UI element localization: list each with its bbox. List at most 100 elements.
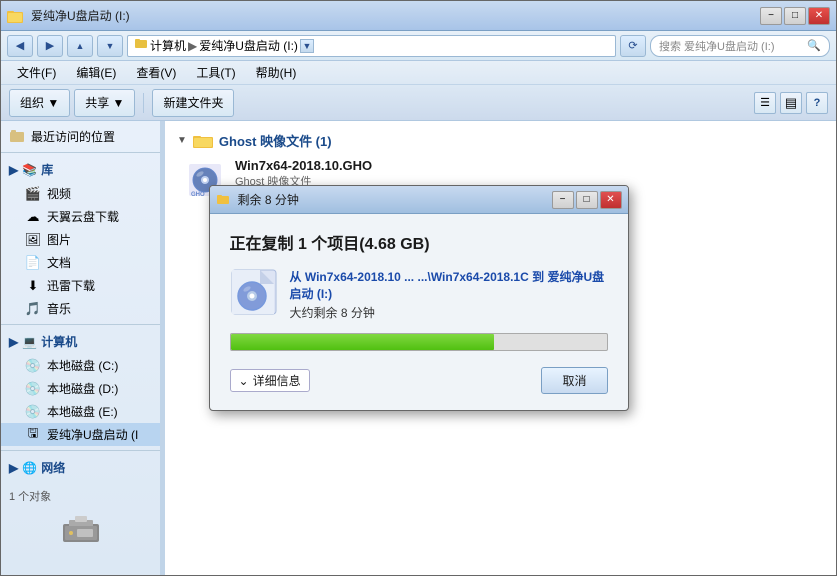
sidebar-library-header[interactable]: ▶ 📚 库 — [1, 157, 160, 182]
chevron-down-icon: ⌄ — [239, 374, 249, 388]
file-name: Win7x64-2018.10.GHO — [235, 158, 816, 173]
details-label: 详细信息 — [253, 372, 301, 389]
sidebar-item-document[interactable]: 📄 文档 — [1, 251, 160, 274]
window-icon — [7, 8, 23, 24]
dialog-time: 大约剩余 8 分钟 — [290, 304, 608, 321]
sidebar-item-disk-c[interactable]: 💿 本地磁盘 (C:) — [1, 354, 160, 377]
breadcrumb-drive: 爱纯净U盘启动 (I:) — [199, 37, 298, 54]
sidebar-xunlei-label: 迅雷下载 — [47, 277, 95, 294]
disk-d-icon: 💿 — [25, 381, 41, 397]
menu-view[interactable]: 查看(V) — [128, 62, 184, 83]
menu-bar: 文件(F) 编辑(E) 查看(V) 工具(T) 帮助(H) — [1, 61, 836, 85]
folder-arrow-icon: ▼ — [177, 135, 187, 146]
details-toggle-button[interactable]: ⌄ 详细信息 — [230, 369, 310, 392]
view-options-button[interactable]: ☰ — [754, 92, 776, 114]
new-folder-label: 新建文件夹 — [163, 94, 223, 111]
sidebar-disk-d-label: 本地磁盘 (D:) — [47, 380, 118, 397]
copy-progress-dialog: 剩余 8 分钟 − □ ✕ 正在复制 1 个项目(4.68 GB) — [209, 185, 629, 411]
menu-help[interactable]: 帮助(H) — [248, 62, 305, 83]
toolbar-right: ☰ ▤ ? — [754, 92, 828, 114]
minimize-button[interactable]: − — [760, 7, 782, 25]
from-label: 从 — [290, 270, 305, 284]
dialog-file-row: 从 Win7x64-2018.10 ... ...\Win7x64-2018.1… — [230, 268, 608, 321]
sidebar-divider-2 — [1, 324, 160, 325]
sidebar-music-label: 音乐 — [47, 300, 71, 317]
dialog-minimize-button[interactable]: − — [552, 191, 574, 209]
breadcrumb-sep1: ▶ — [188, 39, 197, 53]
sidebar-item-recent[interactable]: 最近访问的位置 — [1, 125, 160, 148]
dialog-gho-icon — [230, 268, 278, 316]
network-expand-icon: ▶ — [9, 461, 18, 475]
library-expand-icon: ▶ — [9, 163, 18, 177]
organize-label: 组织 ▼ — [20, 94, 59, 111]
sidebar-disk-e-label: 本地磁盘 (E:) — [47, 403, 118, 420]
share-button[interactable]: 共享 ▼ — [74, 89, 135, 117]
sidebar-item-music[interactable]: 🎵 音乐 — [1, 297, 160, 320]
up-button[interactable]: ▲ — [67, 35, 93, 57]
progress-bar-container — [230, 333, 608, 351]
cancel-button[interactable]: 取消 — [541, 367, 607, 394]
recent-button[interactable]: ▼ — [97, 35, 123, 57]
library-icon: 📚 — [22, 163, 37, 177]
recent-icon — [9, 129, 25, 145]
organize-button[interactable]: 组织 ▼ — [9, 89, 70, 117]
sidebar-video-label: 视频 — [47, 185, 71, 202]
search-icon: 🔍 — [807, 39, 821, 52]
sidebar-computer-header[interactable]: ▶ 💻 计算机 — [1, 329, 160, 354]
dialog-body: 正在复制 1 个项目(4.68 GB) — [210, 214, 628, 410]
view-toggle-button[interactable]: ▤ — [780, 92, 802, 114]
help-button[interactable]: ? — [806, 92, 828, 114]
new-folder-button[interactable]: 新建文件夹 — [152, 89, 234, 117]
sidebar-item-disk-d[interactable]: 💿 本地磁盘 (D:) — [1, 377, 160, 400]
computer-icon: 💻 — [22, 335, 37, 349]
sidebar-item-video[interactable]: 🎬 视频 — [1, 182, 160, 205]
title-controls: − □ ✕ — [760, 7, 830, 25]
forward-button[interactable]: ▶ — [37, 35, 63, 57]
menu-tools[interactable]: 工具(T) — [188, 62, 243, 83]
picture-icon: 🖼 — [25, 232, 41, 248]
address-chevron[interactable]: ▼ — [300, 39, 314, 53]
title-bar: 爱纯净U盘启动 (I:) − □ ✕ — [1, 1, 836, 31]
sidebar-network-label: 网络 — [41, 459, 65, 476]
folder-header[interactable]: ▼ Ghost 映像文件 (1) — [173, 129, 828, 152]
dialog-title: 剩余 8 分钟 — [238, 191, 552, 208]
search-field[interactable]: 搜索 爱纯净U盘启动 (I:) 🔍 — [650, 35, 830, 57]
folder-name: Ghost 映像文件 (1) — [219, 131, 332, 150]
close-button[interactable]: ✕ — [808, 7, 830, 25]
dialog-restore-button[interactable]: □ — [576, 191, 598, 209]
folder-icon — [193, 133, 213, 149]
address-field[interactable]: 计算机 ▶ 爱纯净U盘启动 (I:) ▼ — [127, 35, 616, 57]
sidebar-item-cloud[interactable]: ☁ 天翼云盘下载 — [1, 205, 160, 228]
menu-edit[interactable]: 编辑(E) — [68, 62, 124, 83]
sidebar-item-picture[interactable]: 🖼 图片 — [1, 228, 160, 251]
refresh-button[interactable]: ⟳ — [620, 35, 646, 57]
dialog-footer: ⌄ 详细信息 取消 — [230, 367, 608, 394]
menu-file[interactable]: 文件(F) — [9, 62, 64, 83]
back-button[interactable]: ◀ — [7, 35, 33, 57]
sidebar-cloud-label: 天翼云盘下载 — [47, 208, 119, 225]
sidebar-computer-label: 计算机 — [41, 333, 77, 350]
sidebar-item-usb[interactable]: 🖫 爱纯净U盘启动 (I — [1, 423, 160, 446]
dialog-copy-path: 从 Win7x64-2018.10 ... ...\Win7x64-2018.1… — [290, 268, 608, 302]
to-drive-label: 到 — [532, 270, 547, 284]
status-text: 1 个对象 — [9, 491, 51, 503]
dialog-titlebar: 剩余 8 分钟 − □ ✕ — [210, 186, 628, 214]
sidebar-item-xunlei[interactable]: ⬇ 迅雷下载 — [1, 274, 160, 297]
sidebar-recent-label: 最近访问的位置 — [31, 128, 115, 145]
xunlei-icon: ⬇ — [25, 278, 41, 294]
share-label: 共享 ▼ — [85, 94, 124, 111]
restore-button[interactable]: □ — [784, 7, 806, 25]
progress-bar-fill — [231, 334, 494, 350]
toolbar-separator — [143, 93, 144, 113]
main-window: 爱纯净U盘启动 (I:) − □ ✕ ◀ ▶ ▲ ▼ 计算机 ▶ 爱纯净U盘启动… — [0, 0, 837, 576]
video-icon: 🎬 — [25, 186, 41, 202]
usb-icon: 🖫 — [25, 427, 41, 443]
from-path: Win7x64-2018.10 ... — [305, 270, 414, 284]
toolbar: 组织 ▼ 共享 ▼ 新建文件夹 ☰ ▤ ? — [1, 85, 836, 121]
search-placeholder: 搜索 爱纯净U盘启动 (I:) — [659, 38, 775, 54]
sidebar-network-header[interactable]: ▶ 🌐 网络 — [1, 455, 160, 480]
dialog-file-icon — [230, 268, 278, 316]
sidebar-computer-section: ▶ 💻 计算机 💿 本地磁盘 (C:) 💿 本地磁盘 (D:) 💿 本地磁盘 (… — [1, 329, 160, 451]
sidebar-item-disk-e[interactable]: 💿 本地磁盘 (E:) — [1, 400, 160, 423]
dialog-close-button[interactable]: ✕ — [600, 191, 622, 209]
